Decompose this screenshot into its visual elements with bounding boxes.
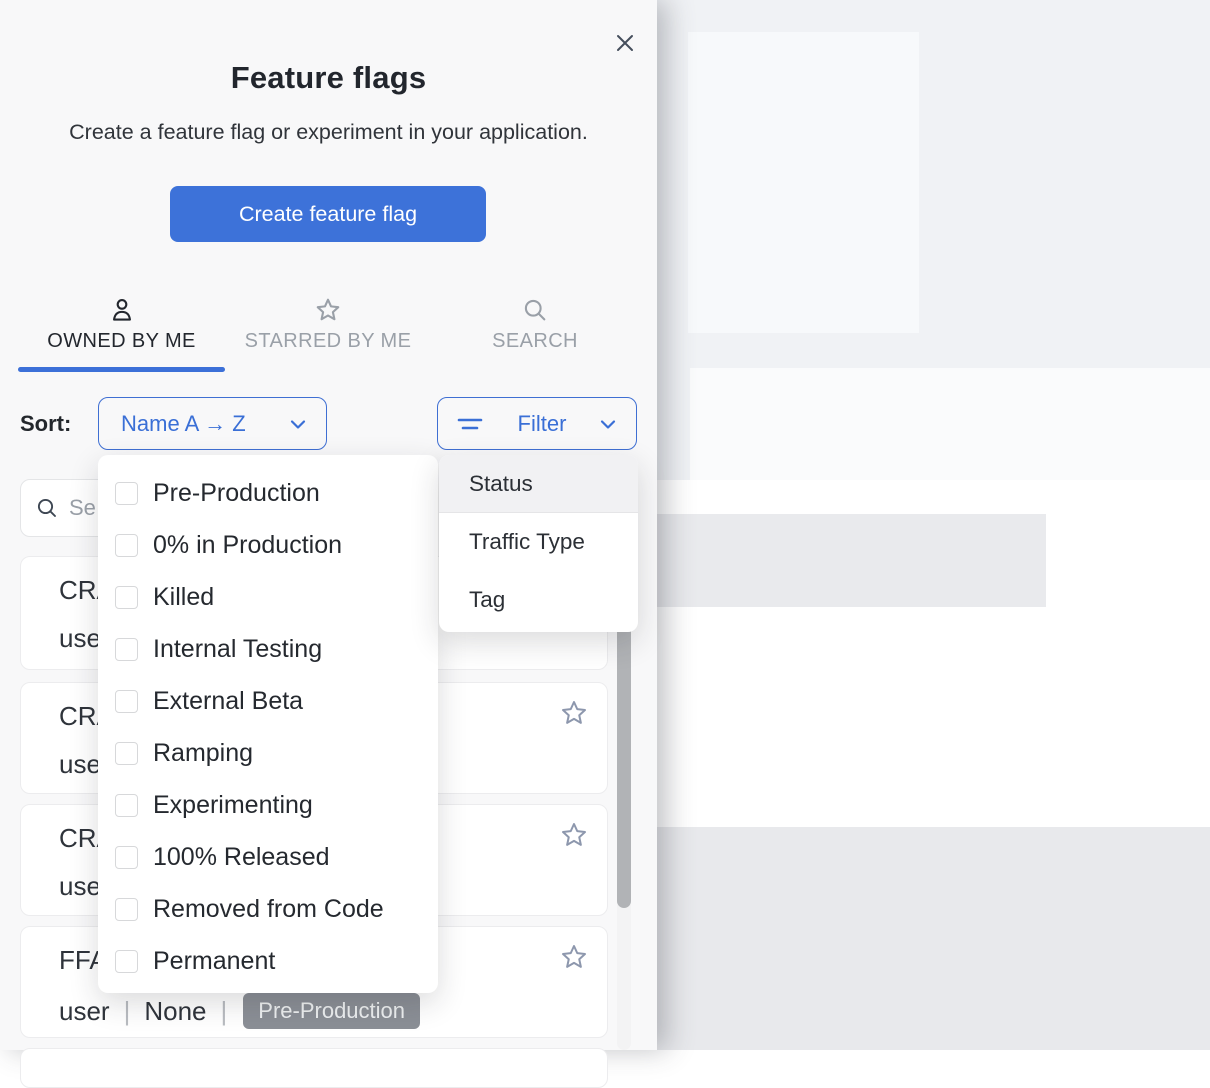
status-filter-label: Killed	[153, 583, 214, 612]
star-flag-button[interactable]	[559, 697, 591, 729]
flag-meta: user	[59, 996, 110, 1027]
filter-dropdown[interactable]: Filter	[437, 397, 637, 450]
tab-search[interactable]: SEARCH	[462, 296, 608, 353]
status-filter-label: Removed from Code	[153, 895, 384, 924]
status-filter-option[interactable]: 0% in Production	[98, 519, 438, 571]
sort-value: Name A → Z	[121, 411, 246, 437]
status-filter-option[interactable]: Ramping	[98, 727, 438, 779]
checkbox[interactable]	[115, 898, 138, 921]
status-badge: Pre-Production	[243, 993, 420, 1029]
status-filter-label: Ramping	[153, 739, 253, 768]
search-icon	[35, 496, 59, 520]
background-block	[657, 514, 1046, 607]
status-filter-label: 100% Released	[153, 843, 330, 872]
status-filter-option[interactable]: Killed	[98, 571, 438, 623]
checkbox[interactable]	[115, 690, 138, 713]
checkbox[interactable]	[115, 482, 138, 505]
status-filter-option[interactable]: Internal Testing	[98, 623, 438, 675]
star-icon	[314, 296, 342, 324]
checkbox[interactable]	[115, 950, 138, 973]
star-flag-button[interactable]	[559, 941, 591, 973]
status-filter-label: Internal Testing	[153, 635, 322, 664]
search-icon	[521, 296, 549, 324]
feature-flags-panel: Feature flags Create a feature flag or e…	[0, 0, 657, 1050]
status-filter-option[interactable]: Pre-Production	[98, 467, 438, 519]
filter-label: Filter	[518, 411, 567, 437]
background-block	[688, 32, 919, 333]
separator: |	[124, 996, 131, 1027]
tab-label: OWNED BY ME	[47, 330, 196, 353]
sort-dropdown[interactable]: Name A → Z	[98, 397, 327, 450]
checkbox[interactable]	[115, 742, 138, 765]
checkbox[interactable]	[115, 794, 138, 817]
page-subtitle: Create a feature flag or experiment in y…	[0, 120, 657, 145]
filter-menu-item-status[interactable]: Status	[439, 455, 638, 513]
tab-label: SEARCH	[492, 330, 578, 353]
background-block	[690, 368, 1210, 480]
status-filter-label: Pre-Production	[153, 479, 320, 508]
status-filter-option[interactable]: Experimenting	[98, 779, 438, 831]
filter-menu-item-tag[interactable]: Tag	[439, 571, 638, 629]
close-button[interactable]	[608, 26, 642, 60]
status-filter-option[interactable]: Removed from Code	[98, 883, 438, 935]
chevron-down-icon	[286, 412, 310, 436]
status-filter-label: External Beta	[153, 687, 303, 716]
checkbox[interactable]	[115, 638, 138, 661]
tab-label: STARRED BY ME	[245, 330, 412, 353]
status-filter-option[interactable]: 100% Released	[98, 831, 438, 883]
sort-label: Sort:	[20, 411, 71, 437]
chevron-down-icon	[596, 412, 620, 436]
status-filter-label: 0% in Production	[153, 531, 342, 560]
filter-category-menu: Status Traffic Type Tag	[439, 455, 638, 632]
close-icon	[616, 34, 634, 52]
separator: |	[221, 996, 228, 1027]
status-filter-option[interactable]: External Beta	[98, 675, 438, 727]
status-filter-label: Experimenting	[153, 791, 313, 820]
tab-starred-by-me[interactable]: STARRED BY ME	[233, 296, 423, 353]
status-filter-option[interactable]: Permanent	[98, 935, 438, 987]
flag-traffic-type: None	[144, 996, 206, 1027]
background-block	[657, 368, 690, 480]
create-feature-flag-button[interactable]: Create feature flag	[170, 186, 486, 242]
background-block	[657, 827, 1210, 1050]
status-filter-menu: Pre-Production 0% in Production Killed I…	[98, 455, 438, 993]
person-icon	[108, 296, 136, 324]
filter-menu-item-traffic-type[interactable]: Traffic Type	[439, 513, 638, 571]
filter-lines-icon	[456, 412, 484, 436]
page-title: Feature flags	[0, 60, 657, 96]
flag-card[interactable]	[20, 1048, 608, 1088]
checkbox[interactable]	[115, 846, 138, 869]
status-filter-label: Permanent	[153, 947, 275, 976]
star-flag-button[interactable]	[559, 819, 591, 851]
checkbox[interactable]	[115, 586, 138, 609]
active-tab-underline	[18, 367, 225, 372]
tab-owned-by-me[interactable]: OWNED BY ME	[18, 296, 225, 353]
checkbox[interactable]	[115, 534, 138, 557]
